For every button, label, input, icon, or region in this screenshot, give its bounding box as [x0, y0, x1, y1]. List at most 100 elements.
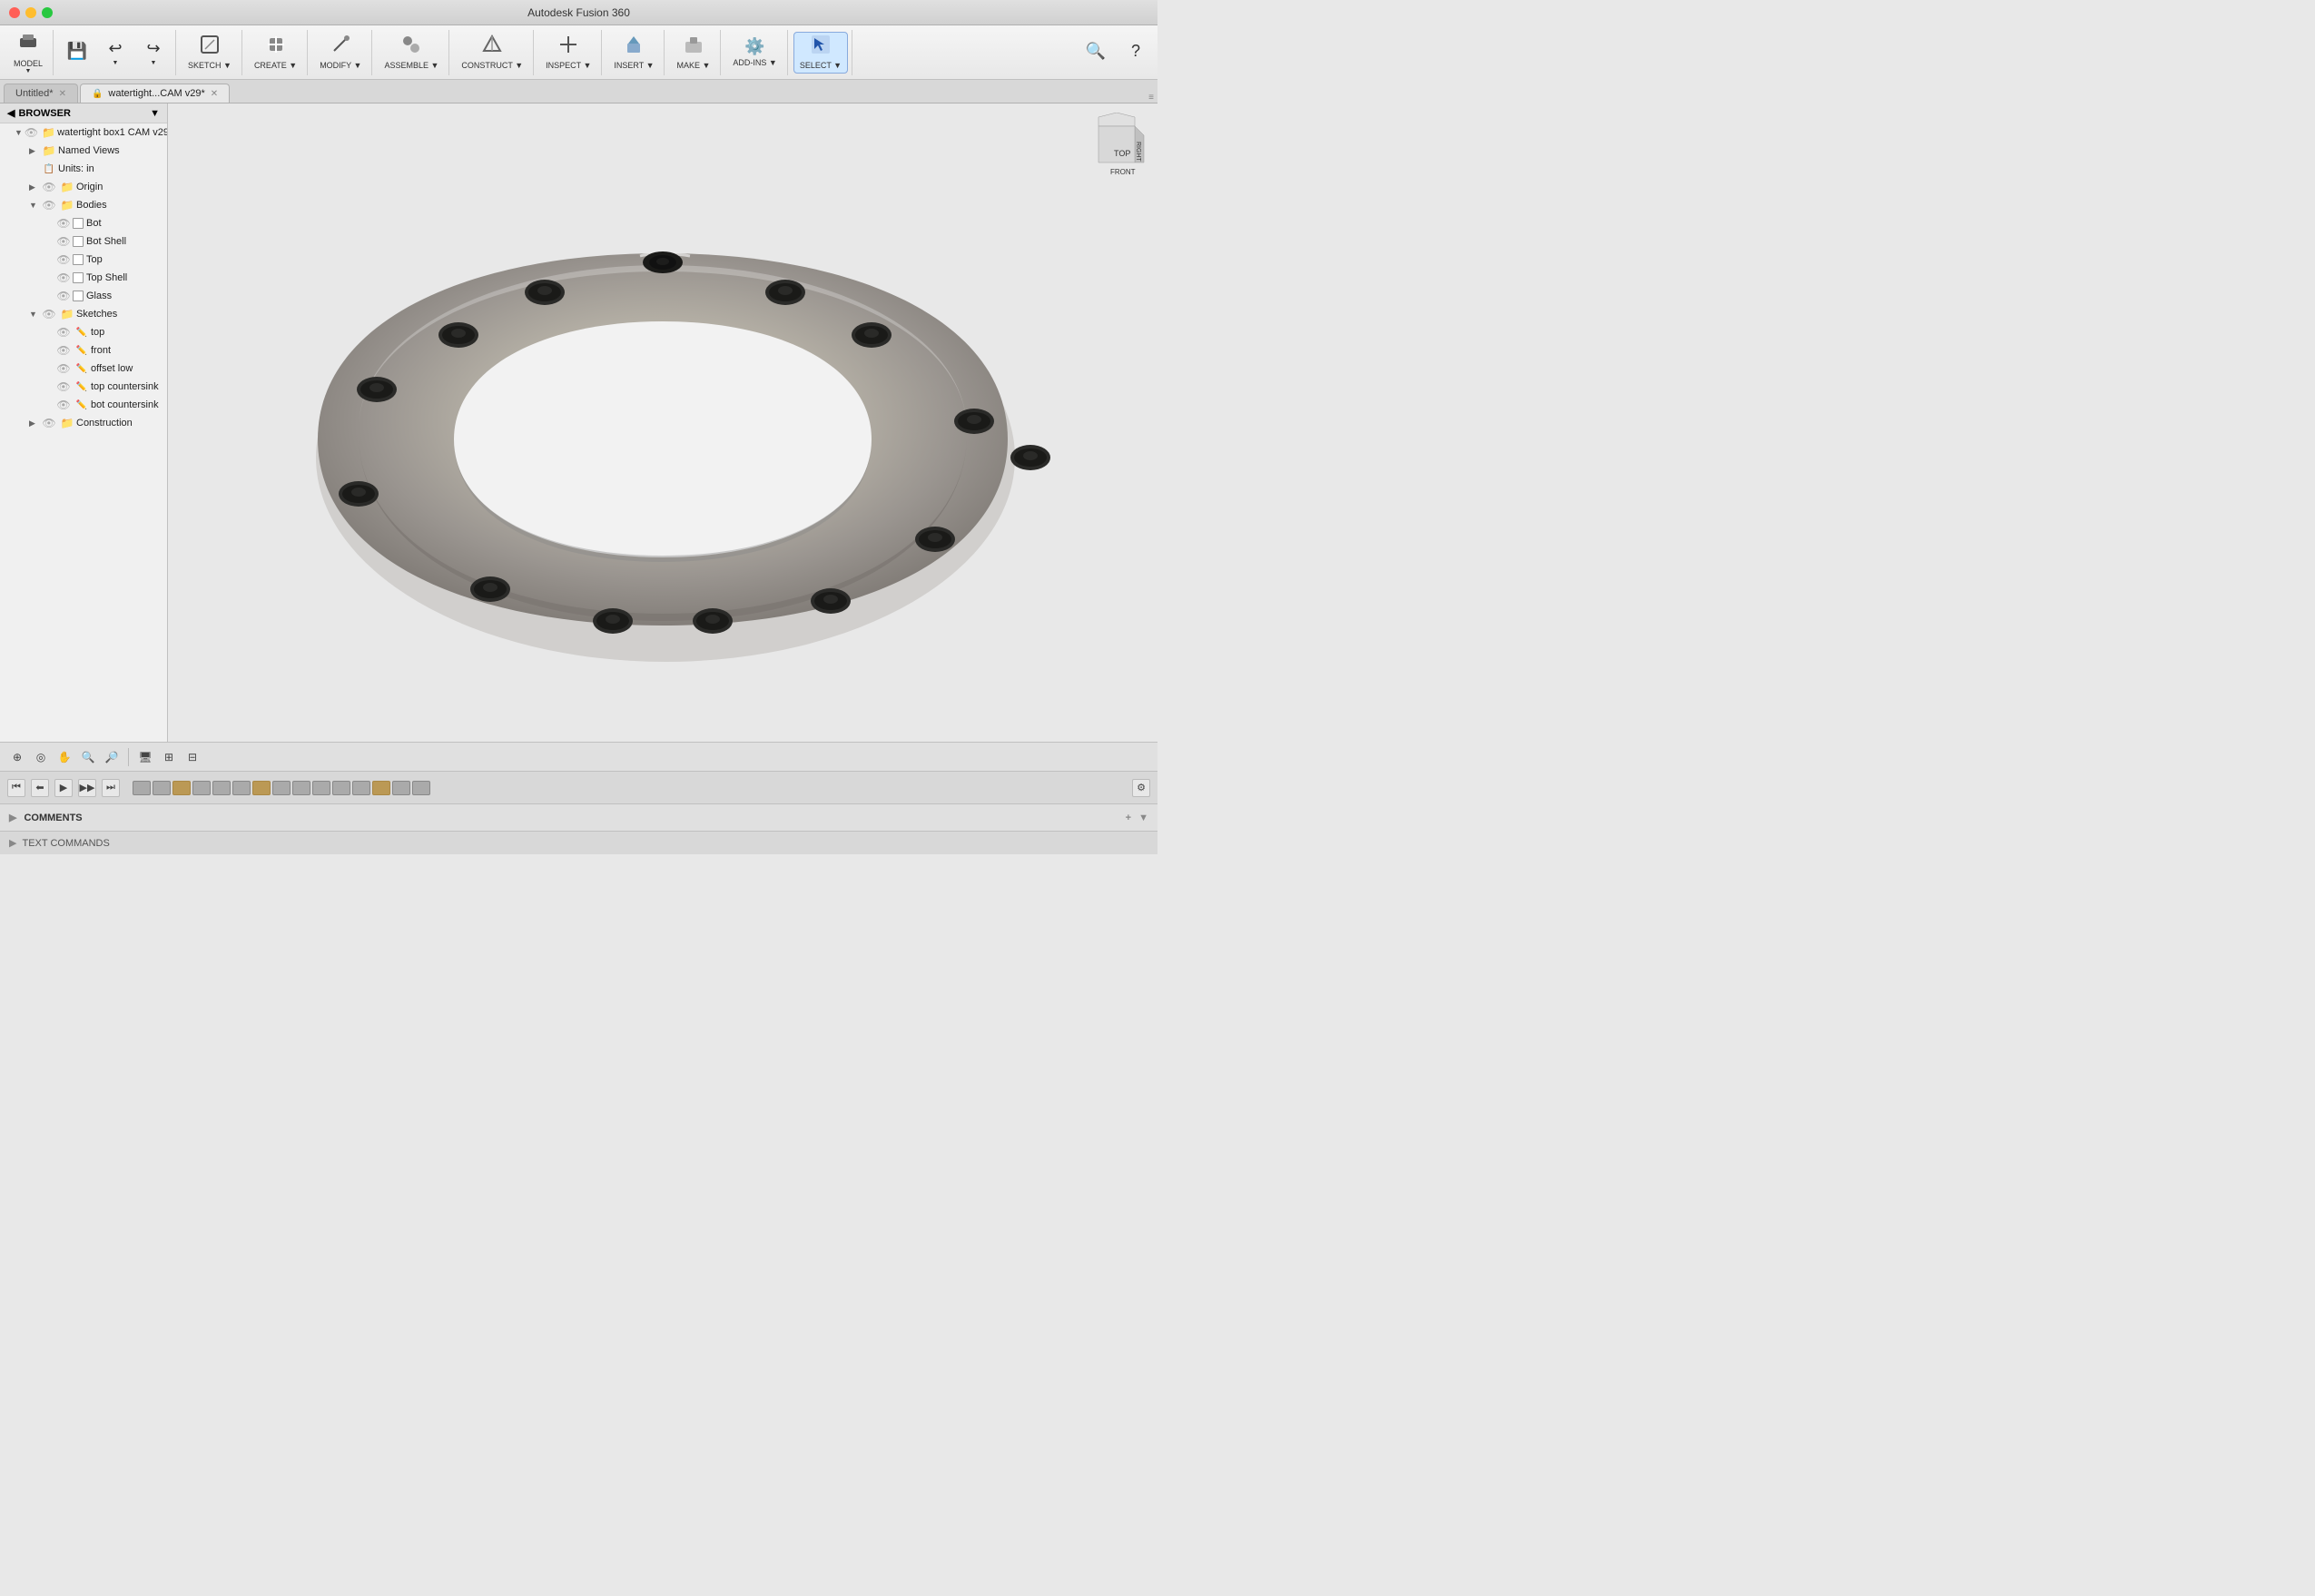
add-ins-button[interactable]: ⚙️ ADD-INS ▼	[726, 32, 783, 74]
step-back-button[interactable]: ⬅	[31, 779, 49, 797]
origin-label: Origin	[76, 182, 103, 192]
timeline-item[interactable]	[172, 781, 191, 795]
timeline-settings-button[interactable]: ⚙	[1132, 779, 1150, 797]
tree-item-construction[interactable]: ▶ 👁 📁 Construction	[0, 414, 167, 432]
tree-item-units[interactable]: 📋 Units: in	[0, 160, 167, 178]
modify-icon	[330, 34, 350, 59]
search-button[interactable]: 🔍	[1078, 32, 1114, 74]
timeline-item[interactable]	[332, 781, 350, 795]
view-cube[interactable]: TOP FRONT RIGHT	[1085, 113, 1148, 176]
eye-icon: 👁	[56, 325, 71, 340]
layout-button[interactable]: ⊟	[182, 747, 202, 767]
help-button[interactable]: ?	[1118, 32, 1154, 74]
timeline-item[interactable]	[372, 781, 390, 795]
play-button[interactable]: ▶▶	[78, 779, 96, 797]
timeline-bar: ⏮ ⬅ ▶ ▶▶ ⏭ ⚙	[0, 771, 1158, 803]
tree-item-named-views[interactable]: ▶ 📁 Named Views	[0, 142, 167, 160]
timeline-item[interactable]	[153, 781, 171, 795]
timeline-item[interactable]	[192, 781, 211, 795]
svg-text:FRONT: FRONT	[1110, 168, 1136, 176]
redo-icon: ↪	[146, 39, 160, 58]
tree-item-sketch-top[interactable]: 👁 ✏️ top	[0, 323, 167, 341]
expand-comments-button[interactable]: ▶	[9, 812, 16, 823]
look-button[interactable]: ◎	[31, 747, 51, 767]
save-button[interactable]: 💾	[59, 32, 95, 74]
timeline-item[interactable]	[133, 781, 151, 795]
tab-settings-button[interactable]: ≡	[1148, 93, 1154, 103]
collapse-sidebar-button[interactable]: ◀	[7, 107, 15, 119]
tab-watertight-close[interactable]: ✕	[211, 89, 218, 99]
undo-button[interactable]: ↩ ▼	[97, 32, 133, 74]
timeline-item[interactable]	[272, 781, 291, 795]
text-commands-bar: ▶ TEXT COMMANDS	[0, 831, 1158, 854]
maximize-button[interactable]	[42, 7, 53, 18]
canvas-area[interactable]: TOP FRONT RIGHT	[168, 103, 1158, 742]
tree-item-root[interactable]: ▼ 👁 📁 watertight box1 CAM v29 ●	[0, 123, 167, 142]
tree-item-sketches[interactable]: ▼ 👁 📁 Sketches	[0, 305, 167, 323]
modify-button[interactable]: MODIFY ▼	[313, 32, 368, 74]
sketch-button[interactable]: SKETCH ▼	[182, 32, 238, 74]
tree-item-sketch-top-countersink[interactable]: 👁 ✏️ top countersink	[0, 378, 167, 396]
orbit-button[interactable]: ⊕	[7, 747, 27, 767]
expand-arrow: ▼	[15, 128, 23, 137]
tree-item-bodies[interactable]: ▼ 👁 📁 Bodies	[0, 196, 167, 214]
sketch-offset-low-label: offset low	[91, 363, 133, 374]
timeline-item[interactable]	[392, 781, 410, 795]
assemble-icon	[401, 34, 421, 59]
sketch-top-label: top	[91, 327, 104, 338]
tree-item-sketch-offset-low[interactable]: 👁 ✏️ offset low	[0, 360, 167, 378]
body-checkbox[interactable]	[73, 236, 84, 247]
add-comment-button[interactable]: +	[1126, 813, 1131, 823]
comment-settings-button[interactable]: ▼	[1138, 813, 1148, 823]
body-checkbox[interactable]	[73, 218, 84, 229]
tab-untitled[interactable]: Untitled* ✕	[4, 84, 78, 103]
body-checkbox[interactable]	[73, 254, 84, 265]
model-mode-button[interactable]: MODEL ▼	[7, 32, 49, 74]
timeline-item[interactable]	[212, 781, 231, 795]
body-checkbox[interactable]	[73, 272, 84, 283]
tree-item-sketch-bot-countersink[interactable]: 👁 ✏️ bot countersink	[0, 396, 167, 414]
inspect-button[interactable]: INSPECT ▼	[539, 32, 597, 74]
tab-watertight[interactable]: 🔒 watertight...CAM v29* ✕	[80, 84, 230, 103]
display-mode-button[interactable]: 🖥	[135, 747, 155, 767]
tab-untitled-close[interactable]: ✕	[59, 89, 66, 99]
tree-item-bot[interactable]: 👁 Bot	[0, 214, 167, 232]
timeline-item[interactable]	[252, 781, 271, 795]
timeline-item[interactable]	[352, 781, 370, 795]
main-layout: ◀ BROWSER ▼ ▼ 👁 📁 watertight box1 CAM v2…	[0, 103, 1158, 742]
redo-button[interactable]: ↪ ▼	[135, 32, 172, 74]
timeline-track[interactable]	[133, 781, 1119, 795]
step-forward-button[interactable]: ▶	[54, 779, 73, 797]
grid-button[interactable]: ⊞	[159, 747, 179, 767]
skip-forward-button[interactable]: ⏭	[102, 779, 120, 797]
zoom-in-button[interactable]: 🔍	[78, 747, 98, 767]
timeline-item[interactable]	[312, 781, 330, 795]
zoom-out-button[interactable]: 🔎	[102, 747, 122, 767]
insert-button[interactable]: INSERT ▼	[607, 32, 660, 74]
construct-icon	[482, 34, 502, 59]
close-button[interactable]	[9, 7, 20, 18]
select-button[interactable]: SELECT ▼	[793, 32, 848, 74]
tree-item-sketch-front[interactable]: 👁 ✏️ front	[0, 341, 167, 360]
tree-item-origin[interactable]: ▶ 👁 📁 Origin	[0, 178, 167, 196]
timeline-item[interactable]	[292, 781, 310, 795]
make-button[interactable]: MAKE ▼	[670, 32, 716, 74]
timeline-item[interactable]	[232, 781, 251, 795]
pan-button[interactable]: ✋	[54, 747, 74, 767]
create-button[interactable]: CREATE ▼	[248, 32, 303, 74]
sidebar-options-button[interactable]: ▼	[150, 108, 160, 119]
tree-item-glass[interactable]: 👁 Glass	[0, 287, 167, 305]
construct-button[interactable]: CONSTRUCT ▼	[455, 32, 529, 74]
assemble-button[interactable]: ASSEMBLE ▼	[378, 32, 445, 74]
3d-viewport[interactable]	[168, 103, 1158, 742]
body-checkbox[interactable]	[73, 291, 84, 301]
folder-icon: 📁	[60, 180, 74, 194]
skip-back-button[interactable]: ⏮	[7, 779, 25, 797]
minimize-button[interactable]	[25, 7, 36, 18]
tree-item-top-shell[interactable]: 👁 Top Shell	[0, 269, 167, 287]
window-controls[interactable]	[9, 7, 53, 18]
timeline-item[interactable]	[412, 781, 430, 795]
tree-item-top[interactable]: 👁 Top	[0, 251, 167, 269]
top-shell-label: Top Shell	[86, 272, 127, 283]
tree-item-bot-shell[interactable]: 👁 Bot Shell	[0, 232, 167, 251]
